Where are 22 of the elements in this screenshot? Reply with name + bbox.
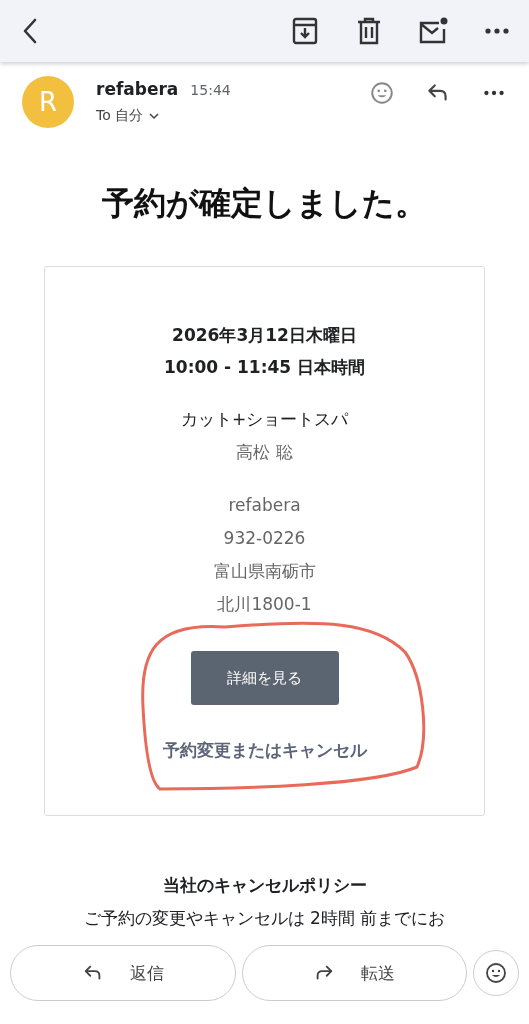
email-title: 予約が確定しました。 (101, 183, 428, 224)
address-line: 富山県南砺市 (213, 560, 316, 583)
sent-time: 15:44 (190, 82, 231, 98)
details-button[interactable]: 詳細を見る (190, 651, 339, 705)
chevron-down-icon[interactable] (149, 112, 160, 120)
sender-avatar: R (22, 76, 74, 128)
address-line: 932-0226 (223, 527, 306, 550)
change-cancel-link[interactable]: 予約変更またはキャンセル (162, 739, 367, 762)
sender-name: refabera (96, 79, 179, 99)
address-line: 北川1800-1 (217, 593, 312, 616)
policy-text: ご予約の変更やキャンセルは 2時間 前までにお (82, 907, 447, 930)
address-line: refabera (228, 494, 301, 517)
booking-date: 2026年3月12日木曜日 (172, 324, 357, 347)
staff-name: 高松 聡 (236, 441, 293, 464)
service-name: カット+ショートスパ (180, 408, 349, 431)
emoji-icon[interactable] (484, 961, 508, 985)
forward-button[interactable]: 転送 (241, 945, 467, 1001)
emoji-button[interactable] (473, 950, 519, 996)
booking-time: 10:00 - 11:45 日本時間 (163, 356, 365, 379)
policy-title: 当社のキャンセルポリシー (161, 874, 368, 897)
reply-button[interactable]: 返信 (10, 945, 236, 1001)
recipient-label[interactable]: To 自分 (96, 107, 144, 125)
